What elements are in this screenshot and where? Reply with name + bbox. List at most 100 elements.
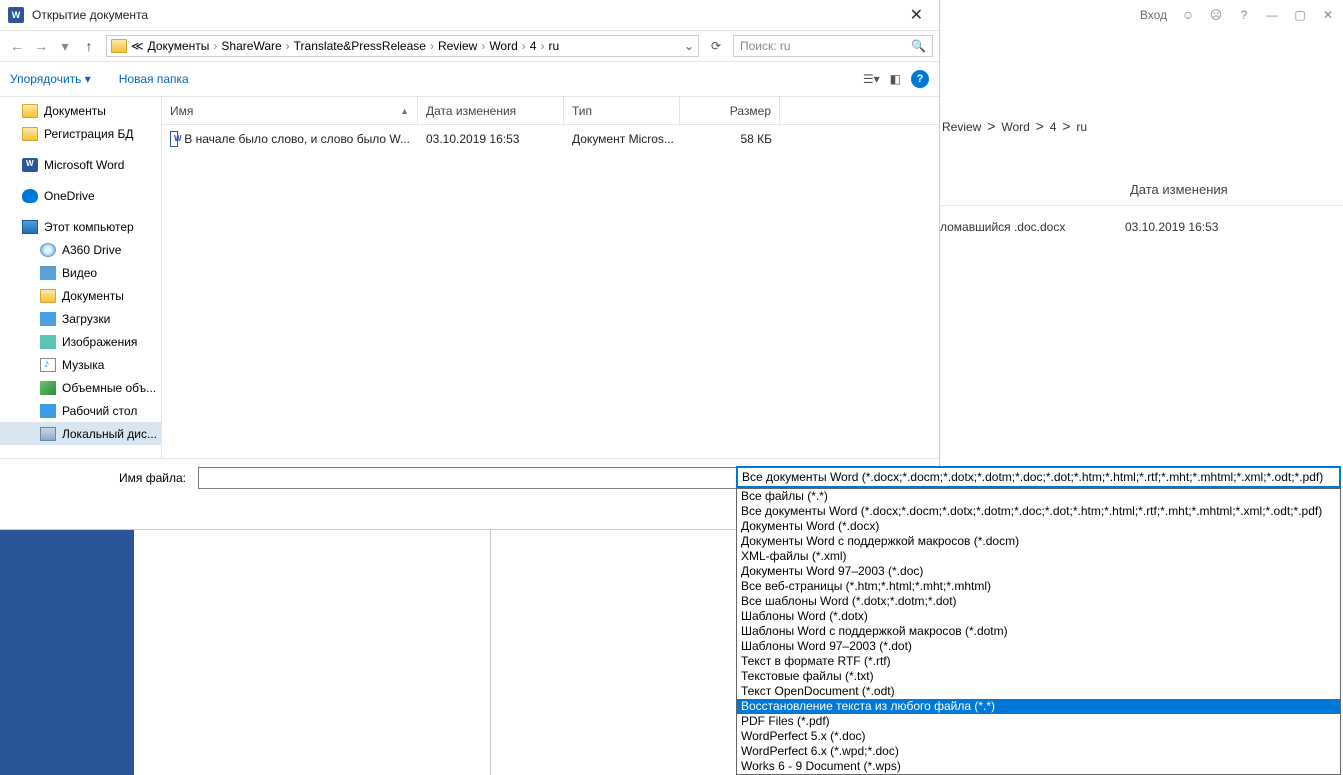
pc-icon bbox=[22, 220, 38, 234]
search-icon: 🔍 bbox=[911, 39, 926, 53]
col-type[interactable]: Тип bbox=[564, 97, 680, 124]
dialog-titlebar: W Открытие документа ✕ bbox=[0, 0, 939, 30]
col-size[interactable]: Размер bbox=[680, 97, 780, 124]
col-name[interactable]: Имя▲ bbox=[162, 97, 418, 124]
crumb[interactable]: ru bbox=[548, 39, 559, 53]
filetype-option[interactable]: Текст OpenDocument (*.odt) bbox=[737, 684, 1340, 699]
tree-item-label: Документы bbox=[44, 104, 106, 118]
crumb[interactable]: 4 bbox=[530, 39, 537, 53]
tree-item[interactable]: Рабочий стол bbox=[0, 399, 161, 422]
new-folder-button[interactable]: Новая папка bbox=[119, 72, 189, 86]
close-icon[interactable]: ✕ bbox=[1321, 8, 1335, 22]
nav-up-icon[interactable]: ↑ bbox=[78, 35, 100, 57]
help-icon[interactable]: ? bbox=[1237, 8, 1251, 22]
filetype-option[interactable]: XML-файлы (*.xml) bbox=[737, 549, 1340, 564]
refresh-icon[interactable]: ⟳ bbox=[705, 35, 727, 57]
organize-button[interactable]: Упорядочить ▾ bbox=[10, 72, 91, 86]
filetype-option[interactable]: Документы Word (*.docx) bbox=[737, 519, 1340, 534]
filetype-option[interactable]: Шаблоны Word 97–2003 (*.dot) bbox=[737, 639, 1340, 654]
crumb[interactable]: Translate&PressRelease bbox=[294, 39, 426, 53]
preview-pane-icon[interactable]: ◧ bbox=[890, 72, 901, 86]
tree-item-label: Видео bbox=[62, 266, 97, 280]
dialog-close-icon[interactable]: ✕ bbox=[902, 5, 931, 25]
crumb[interactable]: Review bbox=[438, 39, 477, 53]
search-input[interactable]: Поиск: ru 🔍 bbox=[733, 35, 933, 57]
tree-item[interactable]: OneDrive bbox=[0, 184, 161, 207]
bg-titlebar: Вход ☺ ☹ ? — ▢ ✕ bbox=[1140, 0, 1343, 30]
col-date[interactable]: Дата изменения bbox=[418, 97, 564, 124]
file-row[interactable]: В начале было слово, и слово было W...03… bbox=[162, 125, 939, 153]
tree-item[interactable]: Microsoft Word bbox=[0, 153, 161, 176]
filetype-dropdown[interactable]: Все файлы (*.*)Все документы Word (*.doc… bbox=[736, 488, 1341, 775]
view-mode-icon[interactable]: ☰▾ bbox=[863, 72, 880, 86]
tree-item-label: Регистрация БД bbox=[44, 127, 133, 141]
filetype-option[interactable]: Все шаблоны Word (*.dotx;*.dotm;*.dot) bbox=[737, 594, 1340, 609]
face-icon[interactable]: ☺ bbox=[1181, 8, 1195, 22]
tree-item[interactable]: Регистрация БД bbox=[0, 122, 161, 145]
path-overflow: ≪ bbox=[131, 39, 144, 53]
word-icon bbox=[22, 158, 38, 172]
tree-item[interactable]: Музыка bbox=[0, 353, 161, 376]
crumb[interactable]: Word bbox=[489, 39, 517, 53]
bg-word-panel bbox=[0, 530, 134, 775]
minimize-icon[interactable]: — bbox=[1265, 8, 1279, 22]
filetype-option[interactable]: WordPerfect 5.x (*.doc) bbox=[737, 729, 1340, 744]
search-placeholder: Поиск: ru bbox=[740, 39, 791, 53]
dialog-title: Открытие документа bbox=[32, 8, 902, 22]
filetype-option[interactable]: Документы Word 97–2003 (*.doc) bbox=[737, 564, 1340, 579]
crumb[interactable]: Документы bbox=[148, 39, 210, 53]
bg-breadcrumb: Review > Word > 4 > ru bbox=[940, 118, 1089, 134]
tree-item[interactable]: Локальный дис... bbox=[0, 422, 161, 445]
address-bar: ← → ▾ ↑ ≪ Документы› ShareWare› Translat… bbox=[0, 30, 939, 62]
tree-item[interactable]: Документы bbox=[0, 284, 161, 307]
filetype-option[interactable]: Шаблоны Word с поддержкой макросов (*.do… bbox=[737, 624, 1340, 639]
tree-item-label: Изображения bbox=[62, 335, 137, 349]
filetype-option[interactable]: Шаблоны Word (*.dotx) bbox=[737, 609, 1340, 624]
tree-item[interactable]: A360 Drive bbox=[0, 238, 161, 261]
tree-item-label: Документы bbox=[62, 289, 124, 303]
onedrive-icon bbox=[22, 189, 38, 203]
login-link[interactable]: Вход bbox=[1140, 8, 1167, 22]
filetype-combo[interactable]: Все документы Word (*.docx;*.docm;*.dotx… bbox=[736, 466, 1341, 488]
folder-icon bbox=[22, 104, 38, 118]
file-list: Имя▲ Дата изменения Тип Размер В начале … bbox=[162, 97, 939, 458]
path-dropdown-icon[interactable]: ⌄ bbox=[684, 39, 694, 53]
crumb[interactable]: ShareWare bbox=[221, 39, 281, 53]
tree-item-label: Microsoft Word bbox=[44, 158, 124, 172]
tree-item[interactable]: Загрузки bbox=[0, 307, 161, 330]
bg-file-row[interactable]: ломавшийся .doc.docx 03.10.2019 16:53 bbox=[940, 220, 1323, 234]
tree-item-label: Объемные объ... bbox=[62, 381, 156, 395]
file-type: Документ Micros... bbox=[564, 132, 680, 146]
filetype-option[interactable]: Текстовые файлы (*.txt) bbox=[737, 669, 1340, 684]
open-dialog: W Открытие документа ✕ ← → ▾ ↑ ≪ Докумен… bbox=[0, 0, 940, 530]
video-icon bbox=[40, 266, 56, 280]
tree-item[interactable]: Этот компьютер bbox=[0, 215, 161, 238]
nav-back-icon[interactable]: ← bbox=[6, 35, 28, 57]
filetype-option[interactable]: Все документы Word (*.docx;*.docm;*.dotx… bbox=[737, 504, 1340, 519]
filetype-option[interactable]: WordPerfect 6.x (*.wpd;*.doc) bbox=[737, 744, 1340, 759]
disk-icon bbox=[40, 243, 56, 257]
tree-item[interactable]: Видео bbox=[0, 261, 161, 284]
maximize-icon[interactable]: ▢ bbox=[1293, 8, 1307, 22]
filetype-option[interactable]: Текст в формате RTF (*.rtf) bbox=[737, 654, 1340, 669]
tree-item-label: Локальный дис... bbox=[62, 427, 157, 441]
dialog-help-icon[interactable]: ? bbox=[911, 70, 929, 88]
breadcrumb-path[interactable]: ≪ Документы› ShareWare› Translate&PressR… bbox=[106, 35, 699, 57]
bg-ruler bbox=[490, 530, 491, 775]
bg-file-name: ломавшийся .doc.docx bbox=[940, 220, 1120, 234]
tree-item[interactable]: Документы bbox=[0, 99, 161, 122]
filetype-option[interactable]: Восстановление текста из любого файла (*… bbox=[737, 699, 1340, 714]
tree-item-label: A360 Drive bbox=[62, 243, 121, 257]
filetype-option[interactable]: Документы Word с поддержкой макросов (*.… bbox=[737, 534, 1340, 549]
filetype-option[interactable]: Все веб-страницы (*.htm;*.html;*.mht;*.m… bbox=[737, 579, 1340, 594]
tree-item[interactable]: Изображения bbox=[0, 330, 161, 353]
filetype-option[interactable]: Все файлы (*.*) bbox=[737, 489, 1340, 504]
filename-label: Имя файла: bbox=[10, 471, 190, 485]
list-header[interactable]: Имя▲ Дата изменения Тип Размер bbox=[162, 97, 939, 125]
face-sad-icon[interactable]: ☹ bbox=[1209, 8, 1223, 22]
filetype-option[interactable]: PDF Files (*.pdf) bbox=[737, 714, 1340, 729]
filetype-option[interactable]: Works 6 - 9 Document (*.wps) bbox=[737, 759, 1340, 774]
nav-recent-icon[interactable]: ▾ bbox=[54, 35, 76, 57]
tree-item[interactable]: Объемные объ... bbox=[0, 376, 161, 399]
nav-tree[interactable]: Документы Регистрация БД Microsoft Word One… bbox=[0, 97, 162, 458]
